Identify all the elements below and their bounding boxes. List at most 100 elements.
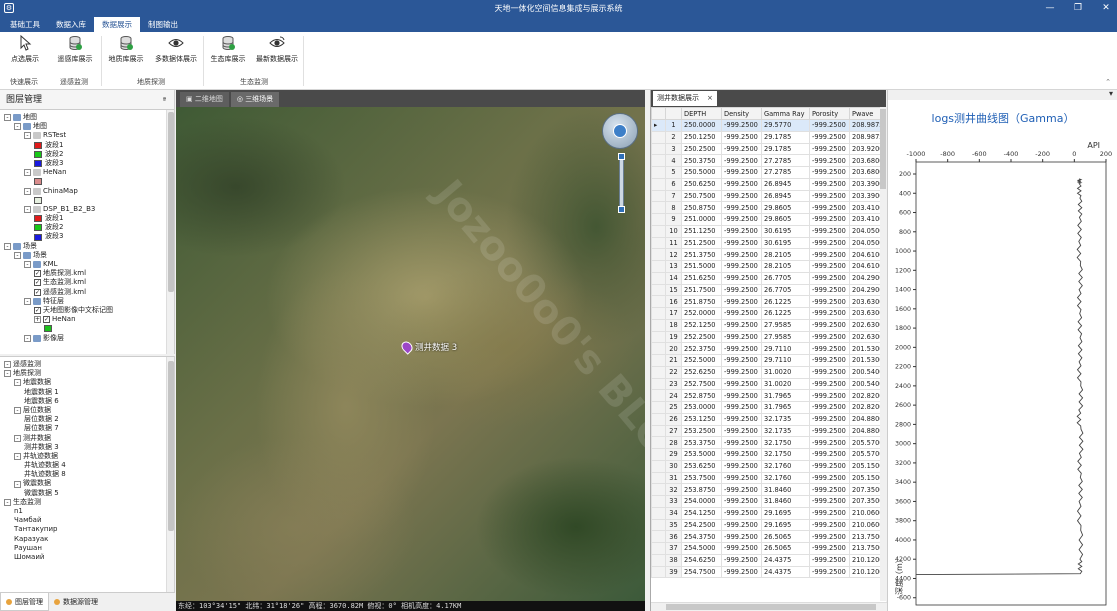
tree-node[interactable]	[4, 177, 174, 186]
table-cell[interactable]: 28.2105	[761, 260, 810, 273]
table-row[interactable]: 15 251.7500 -999.2500 26.7705 -999.2500 204.2…	[651, 283, 885, 297]
table-cell[interactable]: 204.0500	[848, 224, 885, 238]
tree-node[interactable]: 地震数据 6	[4, 397, 174, 406]
table-cell[interactable]: 201.5300	[848, 342, 885, 355]
table-row[interactable]: 10 251.1250 -999.2500 30.6195 -999.2500 204.0…	[651, 224, 885, 238]
table-cell[interactable]: 27.9585	[761, 330, 810, 344]
table-cell[interactable]: 31.7965	[761, 389, 810, 402]
table-cell[interactable]: 205.5700	[848, 436, 885, 449]
table-cell[interactable]: 26.5065	[761, 542, 810, 555]
table-cell[interactable]: -999.2500	[809, 354, 850, 367]
eco-library-button[interactable]: 生态库展示	[203, 35, 253, 64]
tree-node[interactable]: - 地质探测	[4, 369, 174, 378]
table-cell[interactable]: 252.8750	[681, 389, 722, 402]
tree-node[interactable]: Каразуак	[4, 535, 174, 544]
tree-node[interactable]: ✓ 天地图影像中文标记图	[4, 306, 174, 315]
table-cell[interactable]: -999.2500	[721, 119, 762, 132]
tree-node[interactable]: 波段3	[4, 232, 174, 241]
table-cell[interactable]: -999.2500	[809, 542, 850, 555]
table-cell[interactable]: -999.2500	[721, 471, 762, 485]
table-cell[interactable]: 210.0600	[848, 506, 885, 520]
tree-node[interactable]: - 微震数据	[4, 479, 174, 488]
table-cell[interactable]: 30.6195	[761, 236, 810, 250]
table-cell[interactable]: 204.8800	[848, 424, 885, 438]
compass-center-icon[interactable]	[613, 124, 627, 138]
table-cell[interactable]: -999.2500	[809, 412, 850, 426]
tree-node[interactable]	[4, 324, 174, 333]
tree-node[interactable]: - 层位数据	[4, 406, 174, 415]
table-row[interactable]: 7 250.7500 -999.2500 26.8945 -999.2500 203.39…	[651, 189, 885, 203]
table-row[interactable]: 26 253.1250 -999.2500 32.1735 -999.2500 204.8…	[651, 412, 885, 426]
table-cell[interactable]: -999.2500	[721, 542, 762, 555]
table-cell[interactable]: 250.5000	[681, 166, 722, 179]
table-cell[interactable]: 204.6100	[848, 248, 885, 261]
table-row[interactable]: 35 254.2500 -999.2500 29.1695 -999.2500 210.0…	[651, 518, 885, 532]
tree-node[interactable]: 波段1	[4, 214, 174, 223]
expand-toggle-icon[interactable]: -	[4, 361, 11, 369]
table-row[interactable]: 5 250.5000 -999.2500 27.2785 -999.2500 203.68…	[651, 166, 885, 179]
table-cell[interactable]: 203.6800	[848, 166, 885, 179]
table-cell[interactable]: 31.8460	[761, 483, 810, 496]
tree-node[interactable]: - RSTest	[4, 131, 174, 140]
table-cell[interactable]: -999.2500	[721, 271, 762, 285]
table-cell[interactable]: 203.3900	[848, 177, 885, 191]
table-cell[interactable]: 253.6250	[681, 459, 722, 473]
tree-node[interactable]: 波段1	[4, 141, 174, 150]
table-cell[interactable]: 32.1735	[761, 424, 810, 438]
table-cell[interactable]: -999.2500	[809, 495, 850, 508]
table-cell[interactable]: 31.8460	[761, 495, 810, 508]
table-cell[interactable]: -999.2500	[721, 307, 762, 320]
navigation-compass[interactable]	[602, 113, 638, 149]
table-row[interactable]: 14 251.6250 -999.2500 26.7705 -999.2500 204.2…	[651, 271, 885, 285]
maximize-button[interactable]: ❐	[1071, 2, 1085, 14]
table-cell[interactable]: 252.3750	[681, 342, 722, 355]
tree-node[interactable]: 波段2	[4, 223, 174, 232]
table-cell[interactable]: -999.2500	[809, 330, 850, 344]
table-cell[interactable]: -999.2500	[809, 130, 850, 144]
point-select-button[interactable]: 点选展示	[0, 35, 50, 64]
table-cell[interactable]: 200.5400	[848, 365, 885, 379]
table-cell[interactable]: 213.7500	[848, 542, 885, 555]
table-cell[interactable]: 29.8605	[761, 201, 810, 214]
tree-node[interactable]: Тантакупир	[4, 525, 174, 534]
table-row[interactable]: 32 253.8750 -999.2500 31.8460 -999.2500 207.3…	[651, 483, 885, 496]
table-cell[interactable]: -999.2500	[721, 401, 762, 414]
table-cell[interactable]: 204.6100	[848, 260, 885, 273]
table-cell[interactable]: 204.0500	[848, 236, 885, 250]
table-cell[interactable]: -999.2500	[721, 236, 762, 250]
table-cell[interactable]: 253.7500	[681, 471, 722, 485]
table-row[interactable]: 13 251.5000 -999.2500 28.2105 -999.2500 204.6…	[651, 260, 885, 273]
column-header[interactable]: Porosity	[809, 107, 850, 120]
table-cell[interactable]: 253.8750	[681, 483, 722, 496]
table-cell[interactable]: 26.7705	[761, 283, 810, 297]
expand-toggle-icon[interactable]: -	[24, 261, 31, 269]
expand-toggle-icon[interactable]: -	[14, 251, 21, 259]
table-cell[interactable]: -999.2500	[721, 189, 762, 203]
table-cell[interactable]: -999.2500	[721, 201, 762, 214]
expand-toggle-icon[interactable]: -	[14, 434, 21, 442]
rs-library-button[interactable]: 遥感库展示	[50, 35, 100, 64]
tree-node[interactable]: - 地图	[4, 122, 174, 131]
column-header[interactable]: Gamma Ray	[761, 107, 810, 120]
table-row[interactable]: 25 253.0000 -999.2500 31.7965 -999.2500 202.8…	[651, 401, 885, 414]
table-cell[interactable]: 210.1200	[848, 553, 885, 567]
table-row[interactable]: 4 250.3750 -999.2500 27.2785 -999.2500 203.68…	[651, 154, 885, 167]
tab-data-import[interactable]: 数据入库	[48, 17, 94, 32]
table-cell[interactable]: 27.2785	[761, 154, 810, 167]
table-cell[interactable]: -999.2500	[721, 518, 762, 532]
expand-toggle-icon[interactable]: -	[24, 187, 31, 195]
column-header[interactable]: DEPTH	[681, 107, 722, 120]
tree-node[interactable]: - 地震数据	[4, 378, 174, 387]
tab-map-output[interactable]: 制图输出	[140, 17, 186, 32]
table-cell[interactable]: 208.9875	[848, 119, 885, 132]
table-cell[interactable]: 29.1785	[761, 130, 810, 144]
tree-node[interactable]: 测井数据 3	[4, 443, 174, 452]
table-row[interactable]: 24 252.8750 -999.2500 31.7965 -999.2500 202.8…	[651, 389, 885, 402]
tree-node[interactable]: Шомаий	[4, 553, 174, 562]
table-cell[interactable]: 254.2500	[681, 518, 722, 532]
tree-node[interactable]: - HeNan	[4, 168, 174, 177]
table-cell[interactable]: 26.1225	[761, 295, 810, 308]
checkbox[interactable]: ✓	[34, 279, 41, 287]
tree-node[interactable]: Чамбай	[4, 516, 174, 525]
data-source-scrollbar[interactable]	[166, 357, 174, 592]
